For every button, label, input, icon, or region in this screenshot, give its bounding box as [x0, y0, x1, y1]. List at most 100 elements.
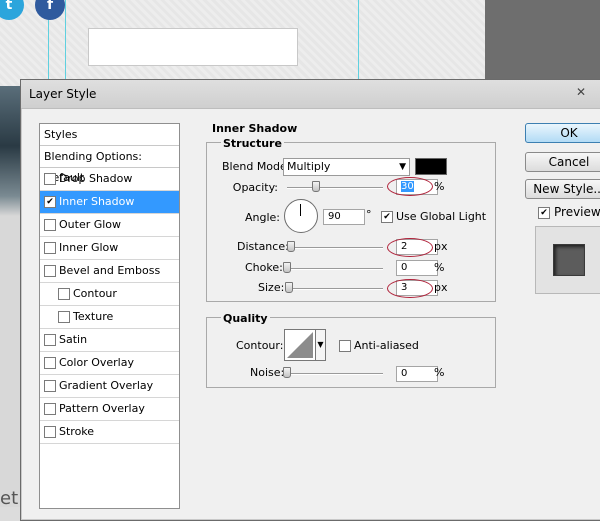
chevron-down-icon: ▼ — [399, 162, 406, 172]
style-checkbox[interactable] — [44, 242, 56, 254]
annotation-oval — [387, 279, 433, 298]
blend-mode-value: Multiply — [287, 160, 331, 173]
canvas-dark-area — [485, 0, 600, 86]
style-item-contour[interactable]: Contour — [40, 283, 179, 306]
contour-curve-icon — [287, 332, 313, 358]
opacity-unit: % — [434, 180, 445, 193]
canvas-partial-text: et — [0, 488, 19, 509]
style-item-label: Stroke — [59, 425, 95, 438]
size-slider[interactable] — [287, 288, 383, 290]
title-bar[interactable]: Layer Style ✕ — [21, 80, 600, 109]
size-label: Size: — [258, 281, 285, 294]
style-checkbox[interactable] — [44, 357, 56, 369]
style-item-label: Contour — [73, 287, 117, 300]
quality-title: Quality — [221, 312, 270, 325]
style-item-label: Inner Shadow — [59, 195, 135, 208]
noise-label: Noise: — [250, 366, 285, 379]
choke-slider-thumb[interactable] — [283, 262, 291, 273]
angle-label: Angle: — [245, 211, 281, 224]
size-slider-thumb[interactable] — [285, 282, 293, 293]
style-item-bevel-and-emboss[interactable]: Bevel and Emboss — [40, 260, 179, 283]
anti-aliased-checkbox[interactable] — [339, 340, 351, 352]
style-item-label: Drop Shadow — [59, 172, 133, 185]
window-title: Layer Style — [29, 87, 97, 101]
noise-slider[interactable] — [287, 373, 383, 375]
style-item-label: Inner Glow — [59, 241, 119, 254]
distance-label: Distance: — [237, 240, 289, 253]
style-checkbox[interactable]: ✔ — [44, 196, 56, 208]
style-item-label: Satin — [59, 333, 88, 346]
style-checkbox[interactable] — [44, 334, 56, 346]
style-item-gradient-overlay[interactable]: Gradient Overlay — [40, 375, 179, 398]
preview-box — [535, 226, 600, 294]
use-global-light-checkbox[interactable]: ✔ — [381, 211, 393, 223]
blend-mode-select[interactable]: Multiply ▼ — [283, 158, 410, 176]
layer-style-dialog: Layer Style ✕ Styles Blending Options: D… — [20, 79, 600, 521]
shadow-color-swatch[interactable] — [415, 158, 447, 175]
angle-dial[interactable] — [284, 199, 318, 233]
style-item-drop-shadow[interactable]: Drop Shadow — [40, 168, 179, 191]
style-item-inner-shadow[interactable]: ✔ Inner Shadow — [40, 191, 179, 214]
annotation-oval — [387, 238, 433, 257]
style-checkbox[interactable] — [44, 265, 56, 277]
new-style-button[interactable]: New Style... — [525, 179, 600, 199]
use-global-light-label: Use Global Light — [396, 210, 487, 223]
guide-line — [358, 0, 359, 86]
angle-needle — [300, 204, 301, 216]
styles-list: Styles Blending Options: Default Drop Sh… — [39, 123, 180, 509]
choke-input[interactable]: 0 — [396, 260, 438, 276]
anti-aliased-label: Anti-aliased — [354, 339, 419, 352]
close-icon[interactable]: ✕ — [576, 85, 586, 99]
style-checkbox[interactable] — [58, 311, 70, 323]
distance-slider[interactable] — [287, 247, 383, 249]
style-item-inner-glow[interactable]: Inner Glow — [40, 237, 179, 260]
angle-input[interactable]: 90 — [323, 209, 365, 225]
opacity-slider[interactable] — [287, 187, 383, 189]
style-checkbox[interactable] — [44, 173, 56, 185]
ok-button[interactable]: OK — [525, 123, 600, 143]
style-item-color-overlay[interactable]: Color Overlay — [40, 352, 179, 375]
style-checkbox[interactable] — [44, 403, 56, 415]
section-title: Inner Shadow — [212, 122, 298, 135]
blending-options-item[interactable]: Blending Options: Default — [40, 146, 179, 184]
choke-unit: % — [434, 261, 445, 274]
opacity-label: Opacity: — [232, 181, 278, 194]
style-checkbox[interactable] — [44, 219, 56, 231]
canvas-box — [88, 28, 298, 66]
blend-mode-label: Blend Mode: — [222, 160, 291, 173]
structure-title: Structure — [221, 137, 284, 150]
noise-slider-thumb[interactable] — [283, 367, 291, 378]
style-item-label: Bevel and Emboss — [59, 264, 161, 277]
distance-slider-thumb[interactable] — [287, 241, 295, 252]
annotation-oval — [387, 177, 433, 196]
style-item-label: Pattern Overlay — [59, 402, 145, 415]
guide-line — [65, 0, 66, 86]
preview-thumbnail — [553, 244, 585, 276]
styles-header[interactable]: Styles — [40, 124, 179, 146]
preview-label: Preview — [554, 205, 600, 219]
style-checkbox[interactable] — [58, 288, 70, 300]
preview-checkbox[interactable]: ✔ — [538, 207, 550, 219]
chevron-down-icon[interactable]: ▼ — [315, 329, 326, 361]
angle-unit: ° — [366, 208, 372, 221]
distance-unit: px — [434, 240, 448, 253]
contour-picker[interactable] — [284, 329, 316, 361]
style-item-satin[interactable]: Satin — [40, 329, 179, 352]
choke-label: Choke: — [245, 261, 283, 274]
style-item-label: Gradient Overlay — [59, 379, 154, 392]
style-item-label: Color Overlay — [59, 356, 134, 369]
style-item-stroke[interactable]: Stroke — [40, 421, 179, 444]
opacity-slider-thumb[interactable] — [312, 181, 320, 192]
contour-label: Contour: — [236, 339, 284, 352]
style-checkbox[interactable] — [44, 426, 56, 438]
noise-input[interactable]: 0 — [396, 366, 438, 382]
style-item-texture[interactable]: Texture — [40, 306, 179, 329]
size-unit: px — [434, 281, 448, 294]
style-checkbox[interactable] — [44, 380, 56, 392]
style-item-label: Texture — [73, 310, 114, 323]
cancel-button[interactable]: Cancel — [525, 152, 600, 172]
style-item-outer-glow[interactable]: Outer Glow — [40, 214, 179, 237]
noise-unit: % — [434, 366, 445, 379]
style-item-pattern-overlay[interactable]: Pattern Overlay — [40, 398, 179, 421]
choke-slider[interactable] — [287, 268, 383, 270]
